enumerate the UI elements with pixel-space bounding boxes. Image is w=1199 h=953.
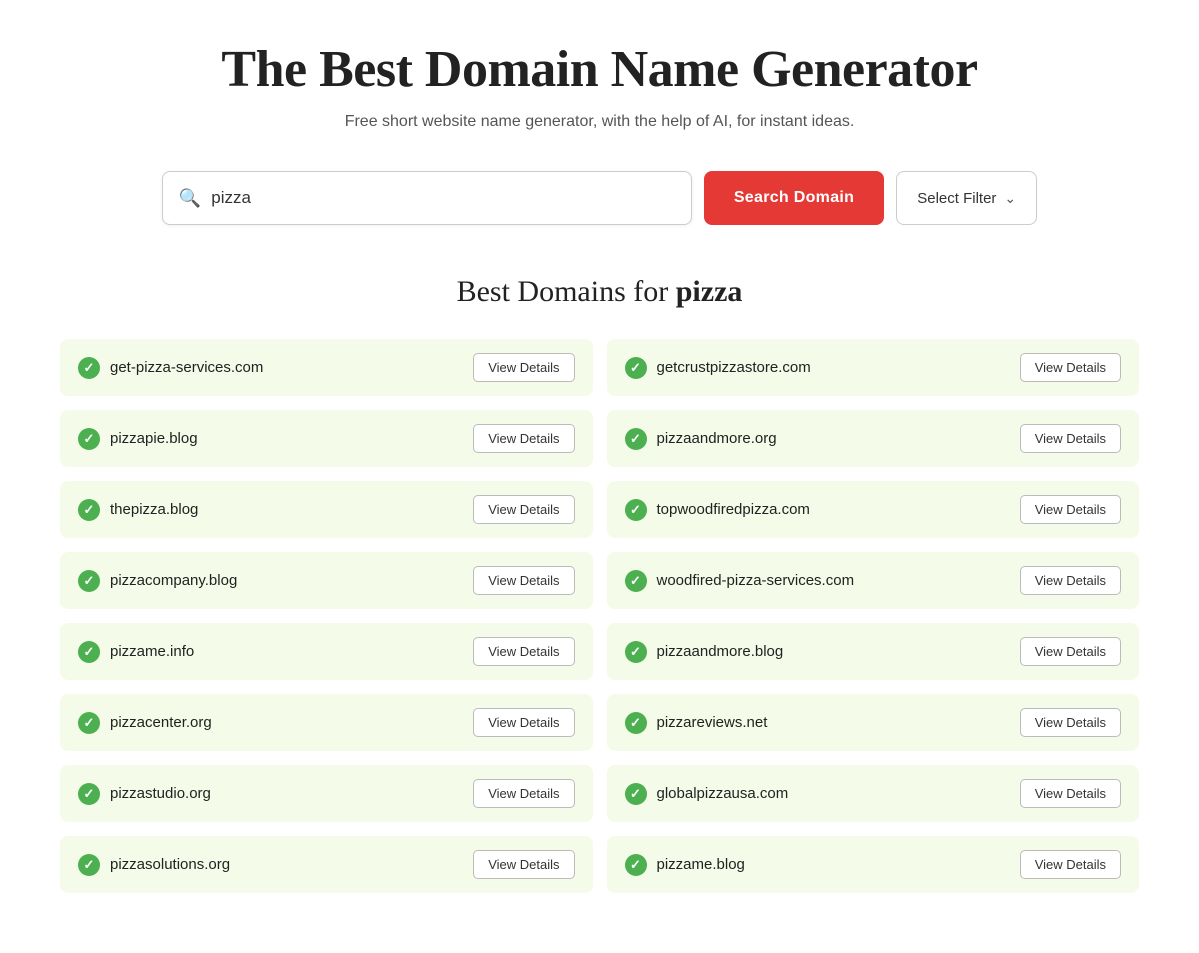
domain-item: pizzame.blog View Details — [607, 836, 1140, 893]
page-subtitle: Free short website name generator, with … — [60, 113, 1139, 131]
domain-item: pizzaandmore.org View Details — [607, 410, 1140, 467]
domain-item: pizzastudio.org View Details — [60, 765, 593, 822]
domain-item: pizzaandmore.blog View Details — [607, 623, 1140, 680]
domain-left: topwoodfiredpizza.com — [625, 499, 810, 521]
page-title: The Best Domain Name Generator — [60, 40, 1139, 99]
domains-grid: get-pizza-services.com View Details getc… — [60, 339, 1139, 893]
view-details-button[interactable]: View Details — [1020, 424, 1121, 453]
results-keyword: pizza — [676, 275, 743, 308]
available-icon — [78, 570, 100, 592]
available-icon — [625, 428, 647, 450]
domain-name: pizzastudio.org — [110, 785, 211, 802]
available-icon — [78, 499, 100, 521]
search-domain-button[interactable]: Search Domain — [704, 171, 884, 225]
view-details-button[interactable]: View Details — [1020, 708, 1121, 737]
filter-label: Select Filter — [917, 190, 996, 207]
available-icon — [78, 712, 100, 734]
domain-name: pizzame.blog — [657, 856, 745, 873]
view-details-button[interactable]: View Details — [473, 708, 574, 737]
domain-name: pizzacenter.org — [110, 714, 212, 731]
domain-item: get-pizza-services.com View Details — [60, 339, 593, 396]
search-icon: 🔍 — [179, 188, 201, 209]
view-details-button[interactable]: View Details — [473, 779, 574, 808]
available-icon — [78, 641, 100, 663]
domain-item: pizzame.info View Details — [60, 623, 593, 680]
results-heading-prefix: Best Domains for — [457, 275, 676, 308]
view-details-button[interactable]: View Details — [473, 850, 574, 879]
domain-name: pizzasolutions.org — [110, 856, 230, 873]
domain-left: thepizza.blog — [78, 499, 198, 521]
view-details-button[interactable]: View Details — [1020, 566, 1121, 595]
domain-item: pizzacenter.org View Details — [60, 694, 593, 751]
view-details-button[interactable]: View Details — [1020, 353, 1121, 382]
view-details-button[interactable]: View Details — [473, 353, 574, 382]
available-icon — [625, 570, 647, 592]
domain-item: pizzacompany.blog View Details — [60, 552, 593, 609]
domain-item: pizzapie.blog View Details — [60, 410, 593, 467]
domain-item: getcrustpizzastore.com View Details — [607, 339, 1140, 396]
domain-left: woodfired-pizza-services.com — [625, 570, 855, 592]
domain-item: globalpizzausa.com View Details — [607, 765, 1140, 822]
domain-name: globalpizzausa.com — [657, 785, 789, 802]
available-icon — [625, 783, 647, 805]
domain-name: pizzareviews.net — [657, 714, 768, 731]
search-section: 🔍 Search Domain Select Filter ⌄ — [60, 171, 1139, 225]
domain-name: topwoodfiredpizza.com — [657, 501, 810, 518]
view-details-button[interactable]: View Details — [1020, 850, 1121, 879]
search-box: 🔍 — [162, 171, 692, 225]
available-icon — [78, 357, 100, 379]
search-input[interactable] — [211, 188, 675, 208]
results-heading: Best Domains for pizza — [60, 275, 1139, 309]
domain-left: pizzasolutions.org — [78, 854, 230, 876]
domain-name: woodfired-pizza-services.com — [657, 572, 855, 589]
domain-left: pizzastudio.org — [78, 783, 211, 805]
view-details-button[interactable]: View Details — [1020, 495, 1121, 524]
domain-left: getcrustpizzastore.com — [625, 357, 811, 379]
domain-item: pizzareviews.net View Details — [607, 694, 1140, 751]
domain-left: pizzaandmore.blog — [625, 641, 784, 663]
available-icon — [625, 499, 647, 521]
available-icon — [625, 641, 647, 663]
domain-name: getcrustpizzastore.com — [657, 359, 811, 376]
domain-name: pizzame.info — [110, 643, 194, 660]
domain-left: pizzareviews.net — [625, 712, 768, 734]
domain-name: pizzapie.blog — [110, 430, 198, 447]
domain-item: pizzasolutions.org View Details — [60, 836, 593, 893]
domain-left: get-pizza-services.com — [78, 357, 263, 379]
select-filter-button[interactable]: Select Filter ⌄ — [896, 171, 1037, 225]
available-icon — [625, 712, 647, 734]
view-details-button[interactable]: View Details — [1020, 637, 1121, 666]
domain-left: pizzapie.blog — [78, 428, 198, 450]
view-details-button[interactable]: View Details — [473, 424, 574, 453]
domain-name: pizzaandmore.org — [657, 430, 777, 447]
view-details-button[interactable]: View Details — [473, 495, 574, 524]
available-icon — [78, 854, 100, 876]
available-icon — [625, 854, 647, 876]
available-icon — [78, 783, 100, 805]
domain-left: pizzame.info — [78, 641, 194, 663]
domain-left: pizzaandmore.org — [625, 428, 777, 450]
domain-name: thepizza.blog — [110, 501, 198, 518]
domain-left: pizzacenter.org — [78, 712, 212, 734]
view-details-button[interactable]: View Details — [473, 566, 574, 595]
domain-name: get-pizza-services.com — [110, 359, 263, 376]
domain-item: topwoodfiredpizza.com View Details — [607, 481, 1140, 538]
view-details-button[interactable]: View Details — [1020, 779, 1121, 808]
domain-left: pizzame.blog — [625, 854, 745, 876]
view-details-button[interactable]: View Details — [473, 637, 574, 666]
domain-name: pizzacompany.blog — [110, 572, 237, 589]
domain-item: thepizza.blog View Details — [60, 481, 593, 538]
available-icon — [78, 428, 100, 450]
domain-item: woodfired-pizza-services.com View Detail… — [607, 552, 1140, 609]
domain-left: pizzacompany.blog — [78, 570, 237, 592]
domain-left: globalpizzausa.com — [625, 783, 789, 805]
domain-name: pizzaandmore.blog — [657, 643, 784, 660]
chevron-down-icon: ⌄ — [1004, 190, 1016, 207]
available-icon — [625, 357, 647, 379]
